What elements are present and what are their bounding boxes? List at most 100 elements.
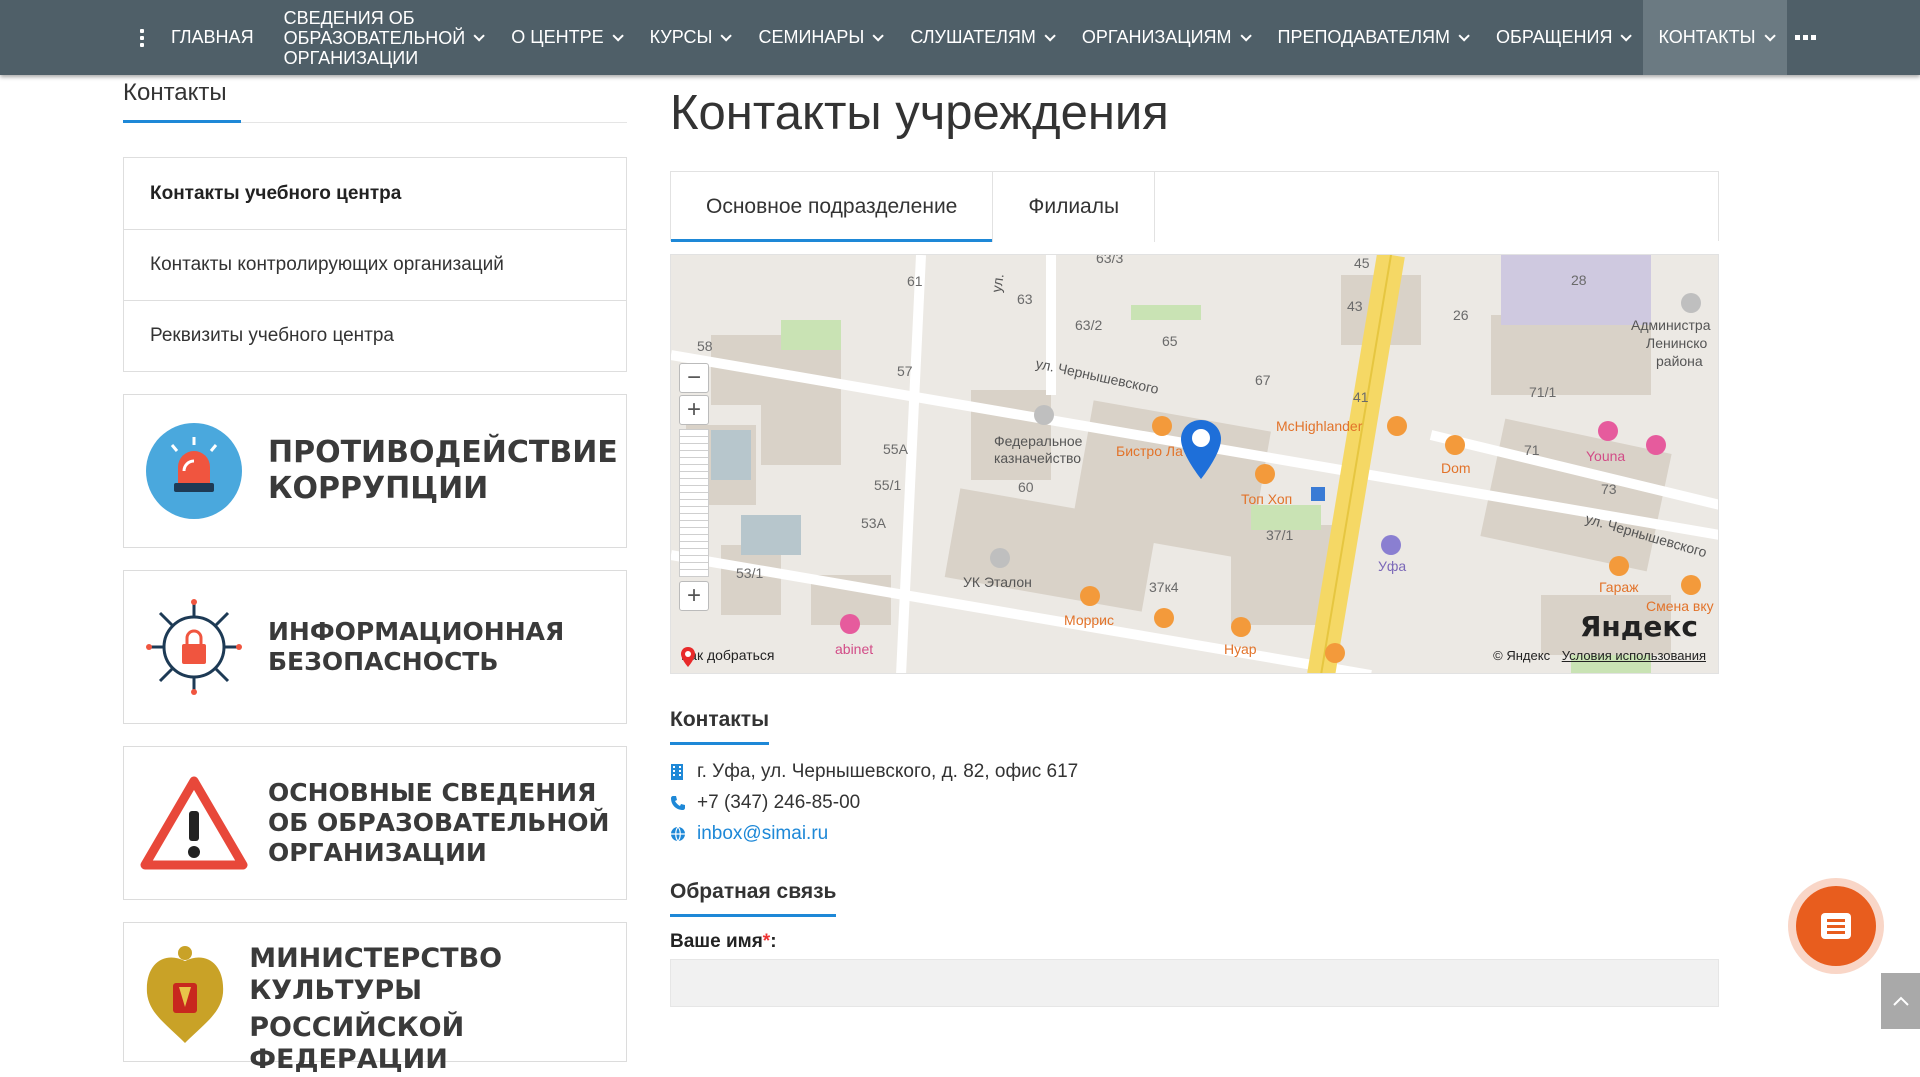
contacts-heading: Контакты bbox=[670, 708, 770, 745]
map-label: 28 bbox=[1571, 272, 1587, 288]
warning-icon bbox=[124, 773, 264, 873]
nav-item-label: ОРГАНИЗАЦИЯМ bbox=[1081, 27, 1232, 47]
nav-item-seminars[interactable]: СЕМИНАРЫ bbox=[743, 0, 895, 75]
map-poi-label: Уфа bbox=[1378, 558, 1407, 574]
map-label: 57 bbox=[897, 363, 913, 379]
map-label: Ленинско bbox=[1646, 335, 1708, 351]
map-background bbox=[671, 255, 1718, 673]
name-input[interactable] bbox=[670, 959, 1719, 1007]
nav-item-label: ПРЕПОДАВАТЕЛЯМ bbox=[1277, 27, 1451, 47]
map-label: 61 bbox=[907, 273, 923, 289]
nav-item-label: ГЛАВНАЯ bbox=[171, 27, 254, 47]
address-text: г. Уфа, ул. Чернышевского, д. 82, офис 6… bbox=[697, 760, 1079, 782]
nav-item-courses[interactable]: КУРСЫ bbox=[635, 0, 744, 75]
nav-item-teachers[interactable]: ПРЕПОДАВАТЕЛЯМ bbox=[1263, 0, 1482, 75]
nav-item-contacts[interactable]: КОНТАКТЫ bbox=[1643, 0, 1787, 75]
nav-item-organizations[interactable]: ОРГАНИЗАЦИЯМ bbox=[1067, 0, 1263, 75]
zoom-in-bottom-button[interactable]: + bbox=[679, 581, 709, 611]
nav-item-students[interactable]: СЛУШАТЕЛЯМ bbox=[895, 0, 1067, 75]
map-poi-label: Гараж bbox=[1599, 579, 1639, 595]
chevron-down-icon bbox=[612, 29, 624, 42]
top-navigation: ГЛАВНАЯ СВЕДЕНИЯ ОБ ОБРАЗОВАТЕЛЬНОЙ ОРГА… bbox=[0, 0, 1920, 75]
banner-line: ИНФОРМАЦИОННАЯ bbox=[268, 617, 565, 646]
tab-branches[interactable]: Филиалы bbox=[993, 172, 1156, 242]
map-label: 58 bbox=[697, 338, 713, 354]
sidebar-item-control-org-contacts[interactable]: Контакты контролирующих организаций bbox=[124, 229, 626, 300]
nav-item-appeals[interactable]: ОБРАЩЕНИЯ bbox=[1481, 0, 1643, 75]
sidebar-item-requisites[interactable]: Реквизиты учебного центра bbox=[124, 300, 626, 371]
map-street-label: ул. bbox=[988, 272, 1007, 294]
banner-line: РОССИЙСКОЙ ФЕДЕРАЦИИ bbox=[249, 1011, 465, 1076]
map-poi-label: Бистро Ла bbox=[1116, 443, 1183, 459]
map-terms-link[interactable]: Условия использования bbox=[1562, 648, 1706, 663]
banner-line: МИНИСТЕРСТВО КУЛЬТУРЫ bbox=[249, 943, 503, 1007]
fab-inner bbox=[1796, 886, 1876, 966]
yandex-map[interactable]: 61 63/3 63 63/2 65 45 43 28 26 58 57 67 … bbox=[670, 254, 1719, 674]
nav-item-about-org[interactable]: СВЕДЕНИЯ ОБ ОБРАЗОВАТЕЛЬНОЙ ОРГАНИЗАЦИИ bbox=[269, 0, 497, 75]
globe-icon bbox=[670, 826, 697, 842]
map-poi-label: Youna bbox=[1586, 448, 1626, 464]
title-accent-underline bbox=[123, 120, 241, 123]
nav-item-label: О ЦЕНТРЕ bbox=[511, 27, 604, 47]
tab-label: Основное подразделение bbox=[706, 195, 958, 218]
chevron-down-icon bbox=[1764, 29, 1776, 42]
map-label: 37к4 bbox=[1149, 579, 1179, 595]
zoom-out-button[interactable]: − bbox=[679, 363, 709, 393]
banner-basic-info[interactable]: ОСНОВНЫЕ СВЕДЕНИЯ ОБ ОБРАЗОВАТЕЛЬНОЙ ОРГ… bbox=[123, 746, 627, 900]
banner-line: ОБ ОБРАЗОВАТЕЛЬНОЙ bbox=[268, 808, 610, 837]
map-label: 63/3 bbox=[1096, 254, 1124, 266]
sidebar-item-label: Реквизиты учебного центра bbox=[150, 325, 395, 346]
banner-anticorruption[interactable]: ПРОТИВОДЕЙСТВИЕ КОРРУПЦИИ bbox=[123, 394, 627, 548]
tab-main-division[interactable]: Основное подразделение bbox=[671, 172, 994, 242]
map-poi-label: Топ Хоп bbox=[1241, 491, 1293, 507]
map-zoom-control: − + + bbox=[679, 363, 711, 613]
banner-line: ОСНОВНЫЕ СВЕДЕНИЯ bbox=[268, 778, 597, 807]
map-poi-label: Нуар bbox=[1224, 641, 1257, 657]
banner-text: ИНФОРМАЦИОННАЯ БЕЗОПАСНОСТЬ bbox=[264, 617, 564, 677]
map-copyright-text: © Яндекс bbox=[1493, 648, 1551, 663]
nav-item-label-line: ОРГАНИЗАЦИИ bbox=[283, 47, 419, 68]
map-label: 53А bbox=[861, 515, 886, 531]
nav-item-label: КУРСЫ bbox=[649, 27, 713, 47]
chevron-up-icon bbox=[1892, 996, 1909, 1006]
map-label: 71 bbox=[1524, 442, 1540, 458]
banner-infosecurity[interactable]: ИНФОРМАЦИОННАЯ БЕЗОПАСНОСТЬ bbox=[123, 570, 627, 724]
zoom-in-button[interactable]: + bbox=[679, 395, 709, 425]
email-link[interactable]: inbox@simai.ru bbox=[697, 823, 828, 845]
chevron-down-icon bbox=[1239, 29, 1252, 42]
map-label: 43 bbox=[1347, 298, 1363, 314]
document-icon bbox=[1821, 913, 1851, 939]
map-route-button[interactable]: Как добраться bbox=[681, 647, 774, 667]
yandex-logo: Яндекс bbox=[1579, 610, 1698, 643]
label-colon: : bbox=[770, 931, 777, 952]
scroll-top-button[interactable] bbox=[1881, 973, 1920, 1029]
siren-icon bbox=[124, 421, 264, 521]
menu-vertical-dots-icon[interactable] bbox=[128, 28, 156, 47]
main-content: Контакты учреждения Основное подразделен… bbox=[670, 75, 1719, 1007]
location-pin-icon bbox=[681, 647, 695, 667]
map-label: 60 bbox=[1018, 479, 1034, 495]
banner-ministry-culture[interactable]: МИНИСТЕРСТВО КУЛЬТУРЫ РОССИЙСКОЙ ФЕДЕРАЦ… bbox=[123, 922, 627, 1075]
sidebar-title-text: Контакты bbox=[123, 79, 227, 106]
map-label: 67 bbox=[1255, 372, 1271, 388]
banner-line: ОРГАНИЗАЦИИ bbox=[268, 838, 487, 867]
banner-line: БЕЗОПАСНОСТЬ bbox=[268, 647, 499, 676]
nav-item-label-line: ОБРАЗОВАТЕЛЬНОЙ bbox=[283, 27, 466, 48]
tab-label: Филиалы bbox=[1028, 195, 1120, 218]
map-label: 26 bbox=[1453, 307, 1469, 323]
phone-text: +7 (347) 246-85-00 bbox=[697, 791, 861, 813]
tabs: Основное подразделение Филиалы bbox=[670, 171, 1719, 242]
nav-item-home[interactable]: ГЛАВНАЯ bbox=[156, 0, 269, 75]
banner-text: ПРОТИВОДЕЙСТВИЕ КОРРУПЦИИ bbox=[264, 435, 618, 507]
map-label: 37/1 bbox=[1266, 527, 1294, 543]
nav-item-about-center[interactable]: О ЦЕНТРЕ bbox=[496, 0, 634, 75]
more-horizontal-icon[interactable] bbox=[1794, 35, 1816, 40]
phone-icon bbox=[670, 795, 697, 811]
chevron-down-icon bbox=[872, 29, 885, 42]
page-title: Контакты учреждения bbox=[670, 86, 1169, 140]
chevron-down-icon bbox=[473, 29, 486, 42]
nav-item-label: СЕМИНАРЫ bbox=[758, 27, 865, 47]
zoom-slider[interactable] bbox=[679, 429, 709, 577]
feedback-fab-button[interactable] bbox=[1788, 878, 1884, 974]
sidebar-item-center-contacts[interactable]: Контакты учебного центра bbox=[124, 158, 626, 229]
